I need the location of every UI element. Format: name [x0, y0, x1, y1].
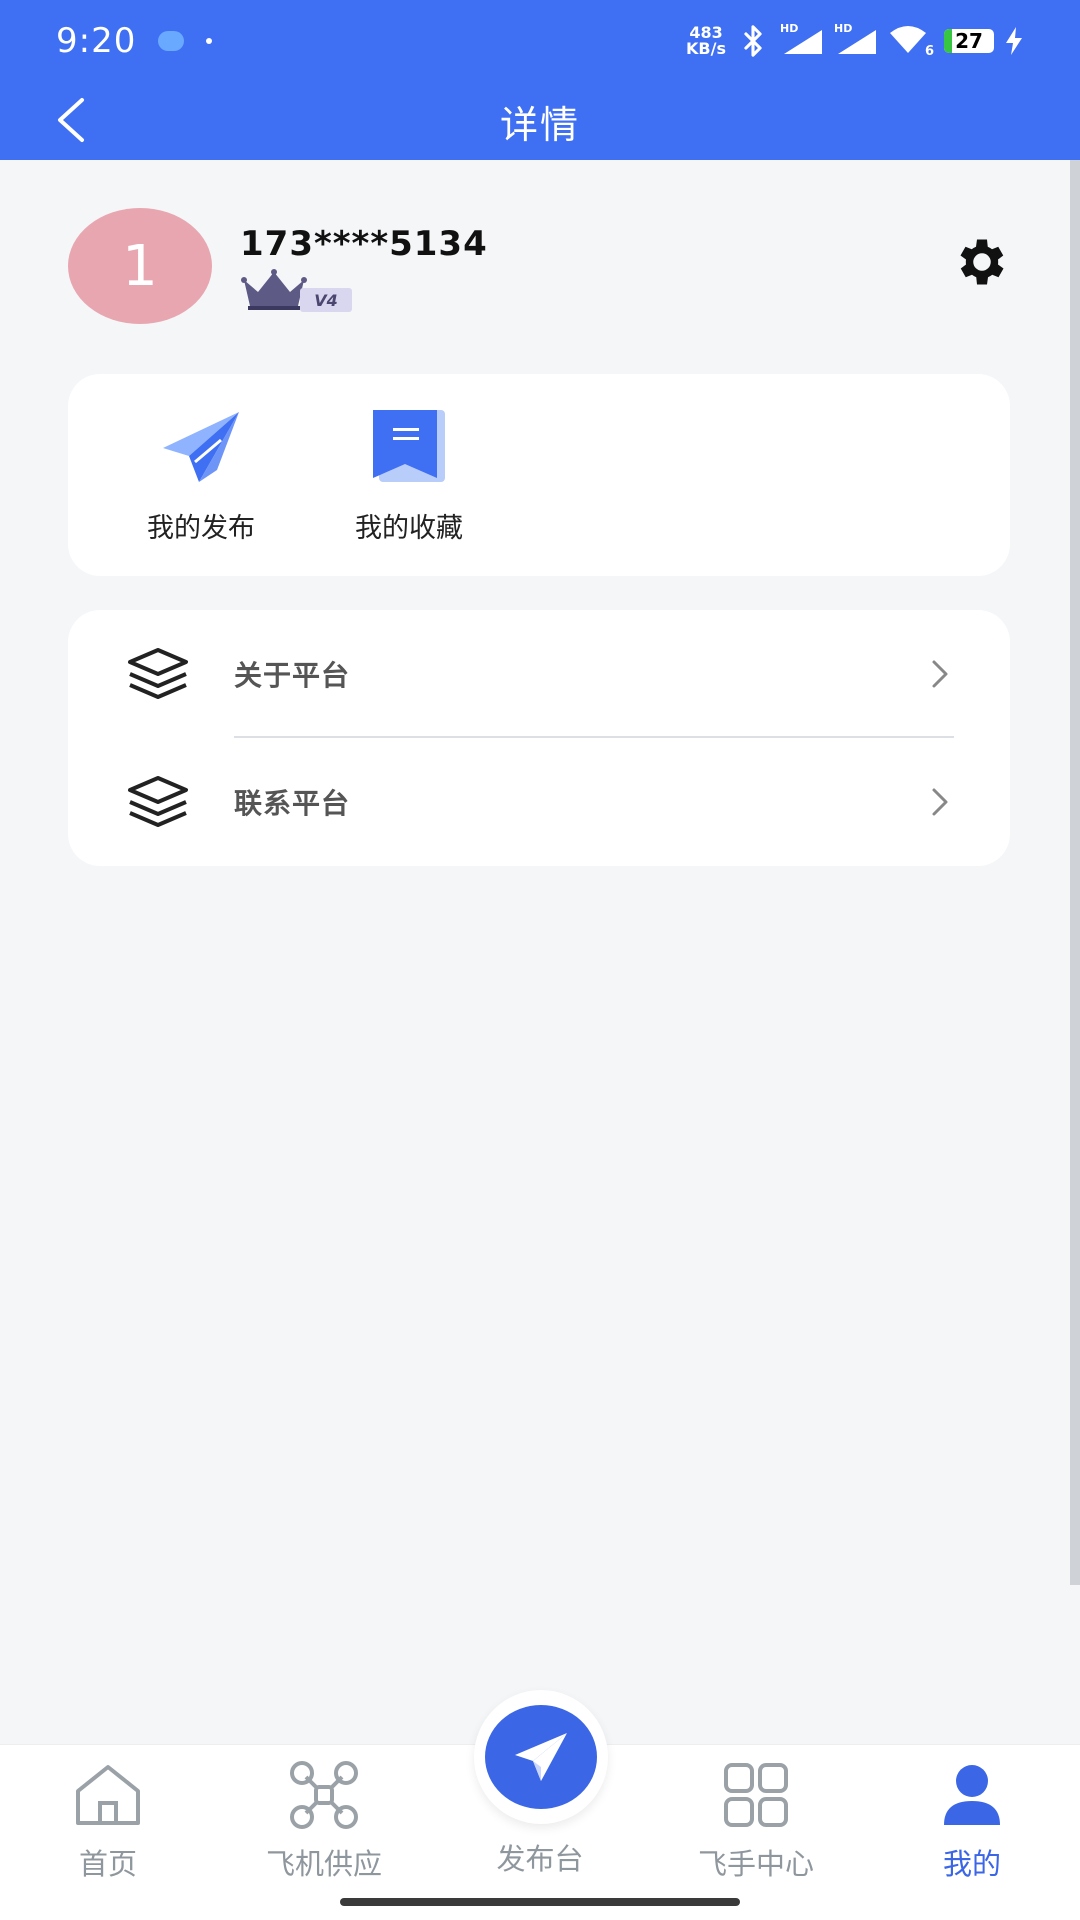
about-platform-row[interactable]: 关于平台 — [68, 610, 1010, 738]
bookmark-icon — [373, 410, 445, 482]
home-indicator[interactable] — [340, 1898, 740, 1906]
bluetooth-icon — [744, 25, 762, 57]
my-posts-button[interactable]: 我的发布 — [116, 406, 286, 556]
paper-plane-icon — [163, 412, 239, 482]
my-favorites-label: 我的收藏 — [355, 513, 463, 544]
vip-level: V4 — [300, 288, 352, 312]
settings-button[interactable] — [952, 232, 1012, 292]
status-time: 9:20 — [56, 21, 137, 61]
drone-icon — [290, 1761, 358, 1829]
tab-publish-label: 发布台 — [496, 1842, 584, 1876]
user-phone: 173****5134 — [240, 224, 488, 264]
contact-platform-row[interactable]: 联系平台 — [68, 738, 1010, 866]
layers-icon — [128, 648, 188, 699]
home-icon — [76, 1765, 140, 1825]
screen: 9:20 483 KB/s HD HD 6 27 详情 1 173****513… — [0, 0, 1080, 1920]
user-icon — [944, 1765, 1000, 1825]
tab-aircraft-supply[interactable]: 飞机供应 — [224, 1745, 424, 1885]
my-favorites-button[interactable]: 我的收藏 — [324, 406, 494, 556]
signal-2: HD — [834, 22, 878, 56]
vip-badge: V4 — [240, 268, 352, 312]
battery-icon: 27 — [944, 29, 994, 53]
tab-home-label: 首页 — [78, 1847, 137, 1881]
tab-mine-label: 我的 — [942, 1847, 1001, 1881]
network-speed: 483 KB/s — [686, 23, 726, 58]
header: 详情 — [0, 82, 1080, 160]
grid-icon — [724, 1763, 788, 1827]
chevron-left-icon — [58, 98, 84, 142]
layers-icon — [128, 776, 188, 827]
chevron-right-icon — [932, 788, 948, 816]
menu-card: 关于平台 联系平台 — [68, 610, 1010, 866]
avatar[interactable]: 1 — [68, 208, 212, 324]
about-platform-label: 关于平台 — [234, 659, 351, 692]
tab-mine[interactable]: 我的 — [872, 1745, 1072, 1885]
notification-dot-icon — [158, 31, 185, 51]
signal-1: HD — [780, 22, 824, 56]
tab-pilot-center-label: 飞手中心 — [697, 1847, 814, 1881]
tab-pilot-center[interactable]: 飞手中心 — [656, 1745, 856, 1885]
tab-aircraft-supply-label: 飞机供应 — [265, 1847, 382, 1881]
signal-icon — [838, 30, 876, 54]
back-button[interactable] — [40, 90, 100, 150]
signal-icon — [784, 30, 822, 54]
publish-button[interactable] — [474, 1690, 608, 1824]
my-posts-label: 我的发布 — [147, 513, 255, 544]
page-title: 详情 — [499, 102, 580, 147]
chevron-right-icon — [932, 660, 948, 688]
charging-icon — [1006, 27, 1022, 55]
profile-section: 1 173****5134 V4 — [68, 208, 1012, 324]
quick-actions-card: 我的发布 我的收藏 — [68, 374, 1010, 576]
top-bar: 9:20 483 KB/s HD HD 6 27 详情 — [0, 0, 1080, 160]
crown-icon — [241, 269, 307, 310]
contact-platform-label: 联系平台 — [234, 787, 351, 820]
scrollbar[interactable] — [1070, 160, 1080, 1585]
more-notifications-icon — [206, 38, 213, 44]
status-bar: 9:20 483 KB/s HD HD 6 27 — [0, 0, 1080, 82]
wifi-icon — [890, 26, 926, 53]
wifi: 6 — [888, 25, 934, 59]
paper-plane-icon — [515, 1733, 567, 1781]
gear-icon — [960, 239, 1004, 285]
tab-home[interactable]: 首页 — [8, 1745, 208, 1885]
